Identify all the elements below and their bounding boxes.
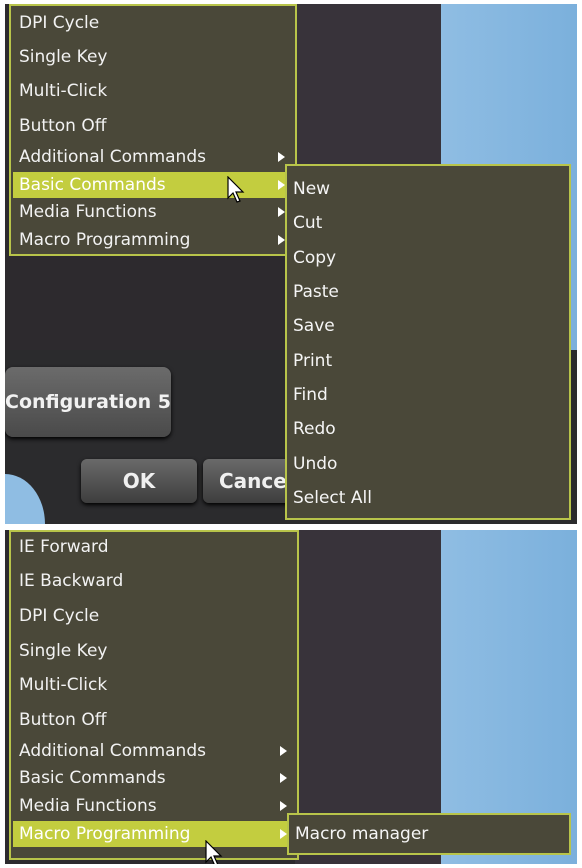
- menu-item-single-key[interactable]: Single Key: [19, 44, 295, 70]
- menu-item-media-functions[interactable]: Media Functions: [19, 793, 297, 819]
- context-menu: IE Forward IE Backward DPI Cycle Single …: [9, 530, 299, 860]
- menu-item-dpi-cycle[interactable]: DPI Cycle: [19, 603, 297, 629]
- submenu-item-find[interactable]: Find: [293, 382, 328, 408]
- submenu-item-copy[interactable]: Copy: [293, 245, 336, 271]
- submenu-item-paste[interactable]: Paste: [293, 279, 339, 305]
- menu-item-additional-commands[interactable]: Additional Commands: [19, 144, 295, 170]
- submenu-arrow-icon: [278, 180, 285, 190]
- context-menu: DPI Cycle Single Key Multi-Click Button …: [9, 4, 297, 256]
- menu-item-macro-programming[interactable]: Macro Programming: [13, 821, 297, 847]
- top-screenshot-panel: Configuration 5 OK Cance DPI Cycle Singl…: [5, 4, 577, 524]
- ok-button[interactable]: OK: [81, 459, 197, 503]
- basic-commands-submenu: New Cut Copy Paste Save Print Find Redo …: [285, 164, 571, 520]
- submenu-arrow-icon: [280, 829, 287, 839]
- menu-item-ie-forward[interactable]: IE Forward: [19, 534, 297, 560]
- submenu-arrow-icon: [280, 773, 287, 783]
- submenu-item-new[interactable]: New: [293, 176, 330, 202]
- submenu-arrow-icon: [278, 207, 285, 217]
- submenu-arrow-icon: [280, 801, 287, 811]
- macro-programming-submenu: Macro manager: [287, 813, 571, 855]
- menu-item-multi-click[interactable]: Multi-Click: [19, 78, 295, 104]
- menu-item-button-off[interactable]: Button Off: [19, 707, 297, 733]
- menu-item-macro-programming[interactable]: Macro Programming: [19, 227, 295, 253]
- submenu-item-macro-manager[interactable]: Macro manager: [295, 821, 428, 847]
- menu-item-basic-commands[interactable]: Basic Commands: [19, 765, 297, 791]
- menu-item-dpi-cycle[interactable]: DPI Cycle: [19, 10, 295, 36]
- submenu-arrow-icon: [278, 235, 285, 245]
- menu-item-basic-commands[interactable]: Basic Commands: [13, 172, 295, 198]
- mouse-cursor-icon: [227, 176, 245, 203]
- submenu-arrow-icon: [278, 152, 285, 162]
- configuration-button[interactable]: Configuration 5: [5, 367, 171, 437]
- menu-item-single-key[interactable]: Single Key: [19, 638, 297, 664]
- mouse-cursor-icon: [205, 840, 223, 864]
- menu-item-additional-commands[interactable]: Additional Commands: [19, 738, 297, 764]
- submenu-item-undo[interactable]: Undo: [293, 451, 337, 477]
- bottom-screenshot-panel: IE Forward IE Backward DPI Cycle Single …: [5, 530, 577, 864]
- submenu-arrow-icon: [280, 746, 287, 756]
- submenu-item-select-all[interactable]: Select All: [293, 485, 372, 511]
- menu-item-multi-click[interactable]: Multi-Click: [19, 672, 297, 698]
- submenu-item-save[interactable]: Save: [293, 313, 335, 339]
- menu-item-media-functions[interactable]: Media Functions: [19, 199, 295, 225]
- submenu-item-cut[interactable]: Cut: [293, 210, 322, 236]
- submenu-item-redo[interactable]: Redo: [293, 416, 336, 442]
- menu-item-ie-backward[interactable]: IE Backward: [19, 568, 297, 594]
- menu-item-button-off[interactable]: Button Off: [19, 113, 295, 139]
- submenu-item-print[interactable]: Print: [293, 348, 332, 374]
